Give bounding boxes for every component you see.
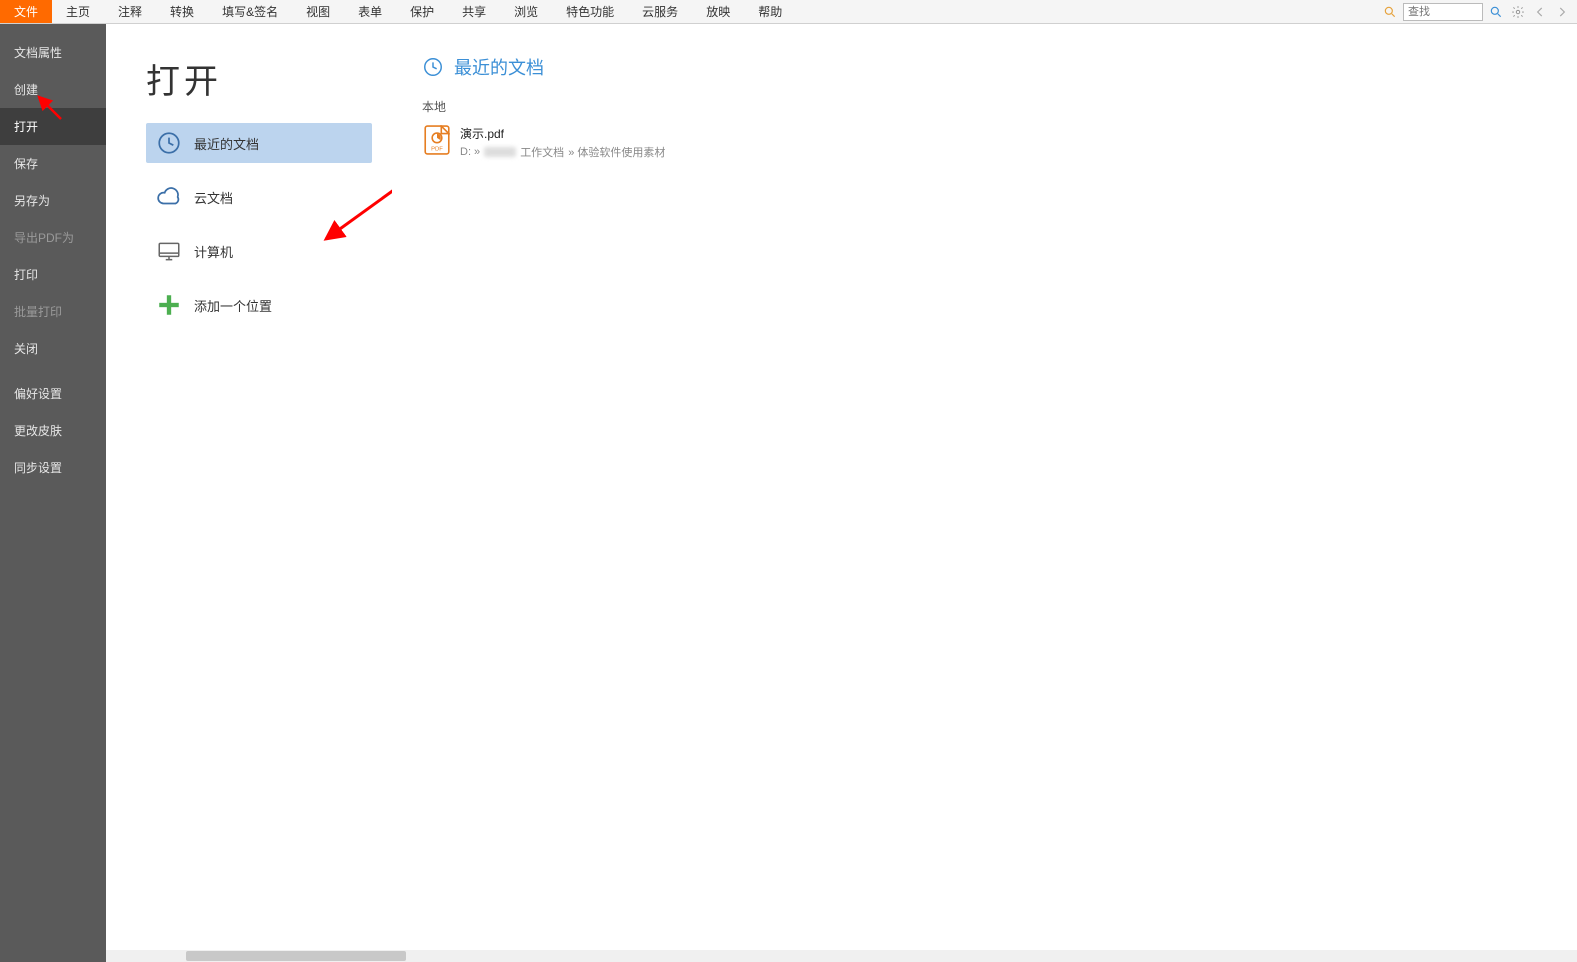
menu-convert[interactable]: 转换 <box>156 0 208 23</box>
recent-files-panel: 最近的文档 本地 PDF 演示.pdf D: » 工作文档 » 体验 <box>392 24 1577 962</box>
sidebar-item-open[interactable]: 打开 <box>0 108 106 145</box>
menu-protect[interactable]: 保护 <box>396 0 448 23</box>
page-title: 打开 <box>146 54 372 103</box>
menu-home[interactable]: 主页 <box>52 0 104 23</box>
sidebar-item-export[interactable]: 导出PDF为 <box>0 219 106 256</box>
sidebar-item-batchprint[interactable]: 批量打印 <box>0 293 106 330</box>
sidebar-item-print[interactable]: 打印 <box>0 256 106 293</box>
computer-icon <box>156 238 182 264</box>
menu-browse[interactable]: 浏览 <box>500 0 552 23</box>
location-recent[interactable]: 最近的文档 <box>146 123 372 163</box>
menu-file[interactable]: 文件 <box>0 0 52 23</box>
sidebar-item-properties[interactable]: 文档属性 <box>0 34 106 71</box>
search-icon[interactable] <box>1487 3 1505 21</box>
pdf-file-icon: PDF <box>424 125 450 155</box>
gear-icon[interactable] <box>1509 3 1527 21</box>
search-highlight-icon[interactable] <box>1381 3 1399 21</box>
menu-slideshow[interactable]: 放映 <box>692 0 744 23</box>
sidebar-item-create[interactable]: 创建 <box>0 71 106 108</box>
location-computer[interactable]: 计算机 <box>146 231 372 271</box>
sidebar-item-preferences[interactable]: 偏好设置 <box>0 375 106 412</box>
redacted-segment <box>484 147 516 157</box>
recent-file-item[interactable]: PDF 演示.pdf D: » 工作文档 » 体验软件使用素材 <box>422 121 1547 164</box>
menu-fillsign[interactable]: 填写&签名 <box>208 0 292 23</box>
menu-form[interactable]: 表单 <box>344 0 396 23</box>
location-cloud[interactable]: 云文档 <box>146 177 372 217</box>
file-path: D: » 工作文档 » 体验软件使用素材 <box>460 144 665 160</box>
scrollbar-thumb[interactable] <box>186 951 406 961</box>
sidebar-item-sync[interactable]: 同步设置 <box>0 449 106 486</box>
cloud-icon <box>156 184 182 210</box>
recent-group-label: 本地 <box>422 98 1547 115</box>
menu-view[interactable]: 视图 <box>292 0 344 23</box>
search-input[interactable] <box>1403 3 1483 21</box>
sidebar-item-saveas[interactable]: 另存为 <box>0 182 106 219</box>
menu-cloud[interactable]: 云服务 <box>628 0 692 23</box>
menu-right-tools <box>1381 0 1577 23</box>
nav-next-icon[interactable] <box>1553 3 1571 21</box>
sidebar-item-save[interactable]: 保存 <box>0 145 106 182</box>
open-locations-panel: 打开 最近的文档 云文档 计算机 <box>106 24 392 962</box>
sidebar-item-skin[interactable]: 更改皮肤 <box>0 412 106 449</box>
recent-heading-label: 最近的文档 <box>454 54 544 80</box>
horizontal-scrollbar[interactable] <box>106 950 1577 962</box>
menu-annotate[interactable]: 注释 <box>104 0 156 23</box>
file-name: 演示.pdf <box>460 125 665 142</box>
location-label: 计算机 <box>194 242 233 261</box>
menu-features[interactable]: 特色功能 <box>552 0 628 23</box>
location-label: 添加一个位置 <box>194 296 272 315</box>
sidebar-item-close[interactable]: 关闭 <box>0 330 106 367</box>
menu-help[interactable]: 帮助 <box>744 0 796 23</box>
plus-icon <box>156 292 182 318</box>
location-label: 最近的文档 <box>194 134 259 153</box>
file-sidebar: 文档属性 创建 打开 保存 另存为 导出PDF为 打印 批量打印 关闭 偏好设置… <box>0 24 106 962</box>
nav-prev-icon[interactable] <box>1531 3 1549 21</box>
recent-heading: 最近的文档 <box>422 54 1547 80</box>
clock-icon <box>156 130 182 156</box>
svg-text:PDF: PDF <box>431 147 443 153</box>
menu-share[interactable]: 共享 <box>448 0 500 23</box>
location-add[interactable]: 添加一个位置 <box>146 285 372 325</box>
top-menu-bar: 文件 主页 注释 转换 填写&签名 视图 表单 保护 共享 浏览 特色功能 云服… <box>0 0 1577 24</box>
location-label: 云文档 <box>194 188 233 207</box>
clock-icon <box>422 56 444 78</box>
